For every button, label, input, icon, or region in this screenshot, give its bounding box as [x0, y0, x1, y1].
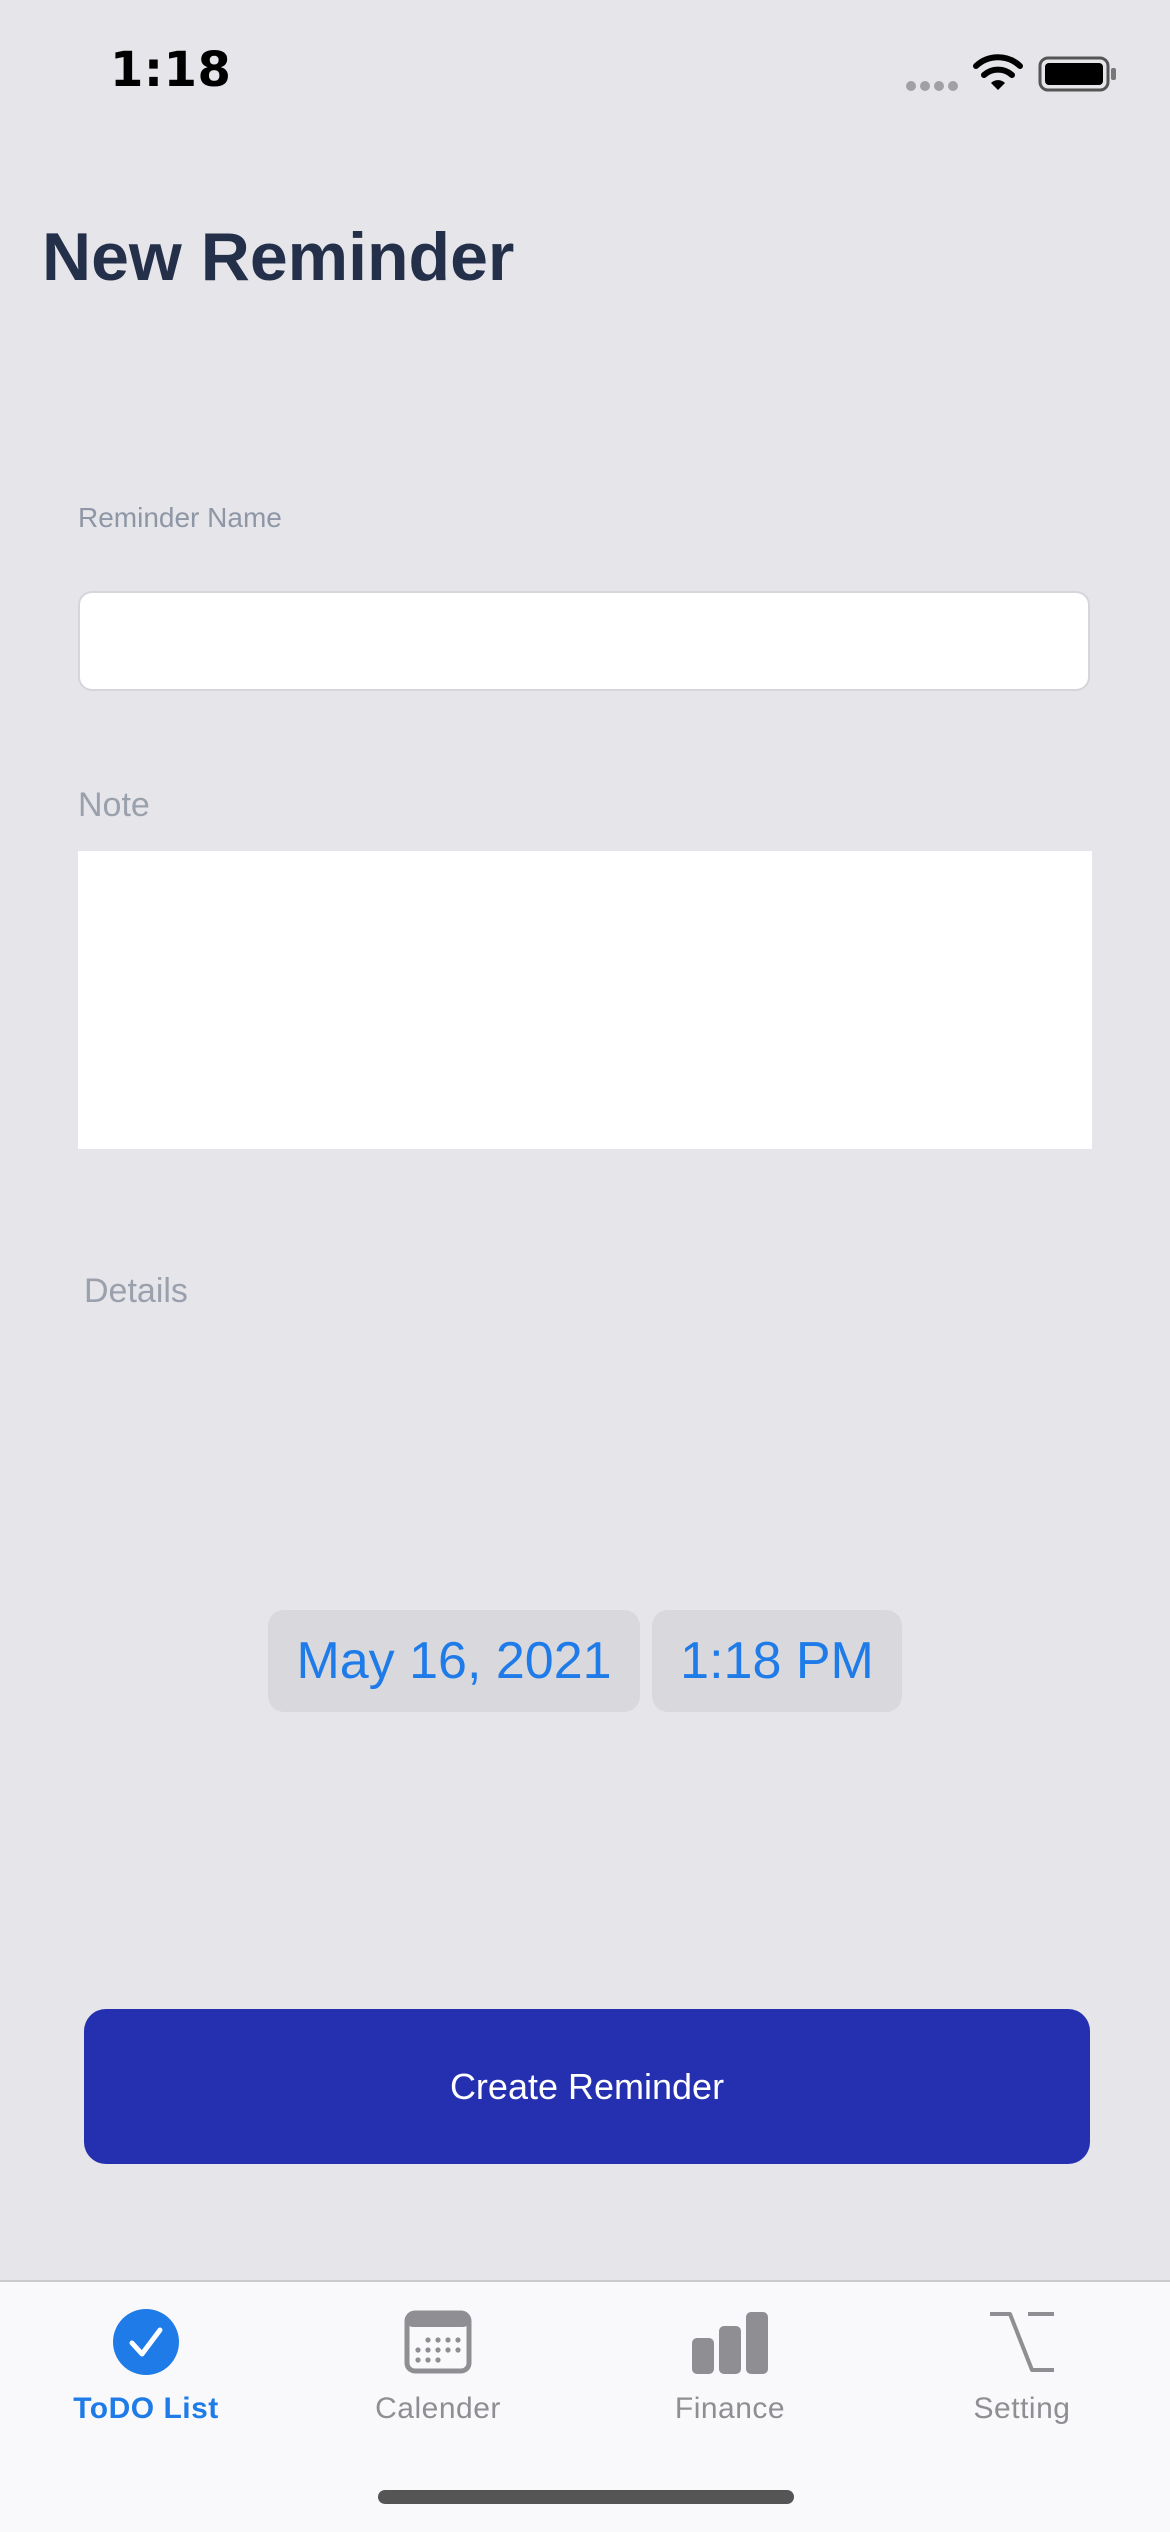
- status-bar: 1:18: [0, 0, 1170, 150]
- tab-todo-list[interactable]: ToDO List: [0, 2282, 292, 2432]
- calendar-icon: [404, 2310, 472, 2374]
- bar-chart-icon: [692, 2312, 768, 2374]
- tab-setting[interactable]: Setting: [876, 2282, 1168, 2432]
- date-picker-button[interactable]: May 16, 2021: [268, 1610, 640, 1712]
- note-textarea[interactable]: [78, 851, 1092, 1149]
- tab-finance[interactable]: Finance: [584, 2282, 876, 2432]
- tab-calender[interactable]: Calender: [292, 2282, 584, 2432]
- tab-label: Calender: [375, 2392, 501, 2425]
- details-label: Details: [84, 1272, 188, 1310]
- reminder-name-label: Reminder Name: [78, 502, 282, 533]
- reminder-name-input[interactable]: [78, 591, 1090, 691]
- tab-label: Setting: [973, 2392, 1071, 2425]
- tab-label: ToDO List: [73, 2392, 219, 2425]
- status-time: 1:18: [110, 42, 232, 98]
- create-reminder-button[interactable]: Create Reminder: [84, 2009, 1090, 2164]
- note-label: Note: [78, 786, 150, 824]
- checkmark-circle-icon: [113, 2309, 179, 2375]
- home-indicator: [378, 2490, 794, 2504]
- option-key-icon: [990, 2312, 1054, 2372]
- tab-label: Finance: [674, 2392, 786, 2425]
- wifi-icon: [973, 54, 1023, 90]
- cellular-signal-icon: [906, 81, 958, 91]
- page-title: New Reminder: [42, 219, 515, 295]
- time-picker-button[interactable]: 1:18 PM: [652, 1610, 902, 1712]
- battery-icon: [1038, 56, 1116, 92]
